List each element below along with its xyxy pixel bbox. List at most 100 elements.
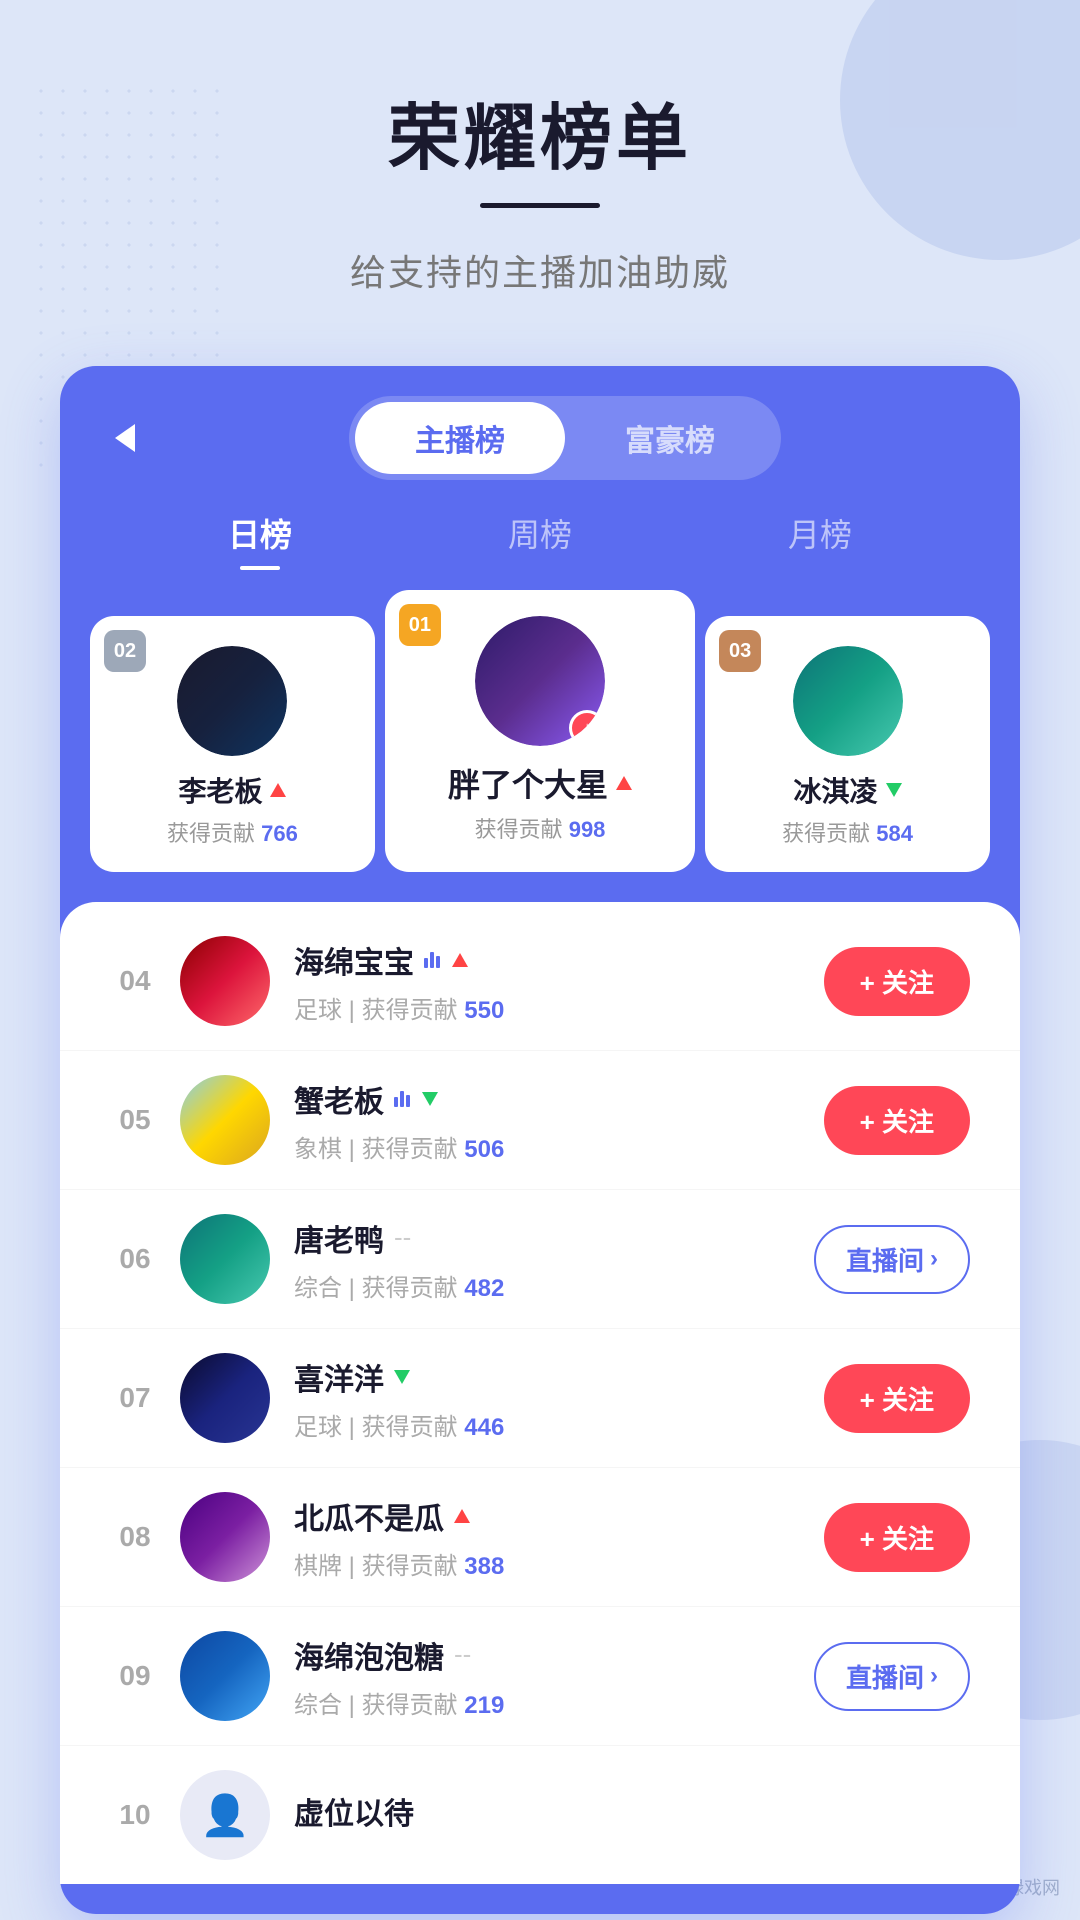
list-meta-08: 棋牌 | 获得贡献 388 [294,1546,824,1581]
list-rank-04: 04 [110,965,160,997]
live-arrow-icon-06: › [930,1245,938,1273]
trend-icon-rank-2 [270,783,286,797]
trend-icon-rank-3 [886,783,902,797]
name-rank-1: 胖了个大星 [401,760,679,806]
sub-tab-day[interactable]: 日榜 [228,510,292,566]
list-action-09[interactable]: 直播间 › [814,1642,970,1711]
name-rank-2: 李老板 [106,770,359,810]
neutral-dash-06: -- [394,1222,411,1253]
list-rank-10: 10 [110,1799,160,1831]
list-item: 05 蟹老板 象棋 | 获得贡献 506 [60,1051,1020,1190]
list-info-05: 蟹老板 象棋 | 获得贡献 506 [294,1077,824,1164]
score-rank-3: 获得贡献 584 [721,816,974,848]
podium-section: 02 李老板 获得贡献 766 01 ♪ 胖了个大星 [60,576,1020,872]
trend-up-icon-04 [452,953,468,967]
list-action-04[interactable]: + 关注 [824,947,970,1016]
list-name-08: 北瓜不是瓜 [294,1494,824,1538]
list-rank-06: 06 [110,1243,160,1275]
podium-rank-1: 01 ♪ 胖了个大星 获得贡献 998 [385,590,695,872]
list-item: 06 唐老鸭 -- 综合 | 获得贡献 482 直播间 › [60,1190,1020,1329]
bar-icon-04 [424,952,440,968]
list-info-09: 海绵泡泡糖 -- 综合 | 获得贡献 219 [294,1633,814,1720]
list-rank-08: 08 [110,1521,160,1553]
podium-rank-2: 02 李老板 获得贡献 766 [90,616,375,872]
follow-button-05[interactable]: + 关注 [824,1086,970,1155]
back-icon [115,424,135,452]
music-badge: ♪ [569,710,605,746]
rank-badge-1: 01 [399,604,441,646]
live-button-06[interactable]: 直播间 › [814,1225,970,1294]
list-name-07: 喜洋洋 [294,1355,824,1399]
list-item: 08 北瓜不是瓜 棋牌 | 获得贡献 388 + 关注 [60,1468,1020,1607]
header-subtitle: 给支持的主播加油助威 [0,244,1080,296]
list-name-05: 蟹老板 [294,1077,824,1121]
list-meta-09: 综合 | 获得贡献 219 [294,1685,814,1720]
trend-down-icon-07 [394,1370,410,1384]
list-rank-09: 09 [110,1660,160,1692]
list-action-06[interactable]: 直播间 › [814,1225,970,1294]
avatar-rank-1: ♪ [475,616,605,746]
main-card: 主播榜 富豪榜 日榜 周榜 月榜 02 李老板 获得贡献 766 01 [60,366,1020,1914]
list-name-06: 唐老鸭 -- [294,1216,814,1260]
header-divider [480,203,600,208]
list-avatar-09 [180,1631,270,1721]
main-tab-group: 主播榜 富豪榜 [349,396,781,480]
avatar-image-rank-2 [177,646,287,756]
header: 荣耀榜单 给支持的主播加油助威 [0,0,1080,336]
list-info-04: 海绵宝宝 足球 | 获得贡献 550 [294,938,824,1025]
list-meta-06: 综合 | 获得贡献 482 [294,1268,814,1303]
list-rank-07: 07 [110,1382,160,1414]
empty-avatar-icon: 👤 [200,1792,250,1839]
list-avatar-05 [180,1075,270,1165]
list-name-09: 海绵泡泡糖 -- [294,1633,814,1677]
list-name-10: 虚位以待 [294,1789,970,1833]
avatar-image-rank-3 [793,646,903,756]
sub-tab-month[interactable]: 月榜 [788,510,852,566]
list-item: 04 海绵宝宝 足球 | 获得贡献 550 [60,912,1020,1051]
list-name-04: 海绵宝宝 [294,938,824,982]
tab-bar: 主播榜 富豪榜 [60,366,1020,480]
sub-tab-group: 日榜 周榜 月榜 [60,480,1020,576]
list-meta-05: 象棋 | 获得贡献 506 [294,1129,824,1164]
list-item: 09 海绵泡泡糖 -- 综合 | 获得贡献 219 直播间 › [60,1607,1020,1746]
list-rank-05: 05 [110,1104,160,1136]
list-item: 07 喜洋洋 足球 | 获得贡献 446 + 关注 [60,1329,1020,1468]
follow-button-07[interactable]: + 关注 [824,1364,970,1433]
back-button[interactable] [100,413,150,463]
avatar-rank-3 [793,646,903,756]
podium-rank-3: 03 冰淇凌 获得贡献 584 [705,616,990,872]
score-rank-1: 获得贡献 998 [401,812,679,844]
tab-streamer[interactable]: 主播榜 [355,402,565,474]
list-meta-07: 足球 | 获得贡献 446 [294,1407,824,1442]
list-avatar-06 [180,1214,270,1304]
list-avatar-04 [180,936,270,1026]
live-button-09[interactable]: 直播间 › [814,1642,970,1711]
follow-button-04[interactable]: + 关注 [824,947,970,1016]
list-info-08: 北瓜不是瓜 棋牌 | 获得贡献 388 [294,1494,824,1581]
list-item-empty: 10 👤 虚位以待 [60,1746,1020,1884]
bar-icon-05 [394,1091,410,1107]
trend-up-icon-08 [454,1509,470,1523]
list-info-10: 虚位以待 [294,1789,970,1841]
tab-tycoon[interactable]: 富豪榜 [565,402,775,474]
sub-tab-week[interactable]: 周榜 [508,510,572,566]
avatar-rank-2 [177,646,287,756]
list-meta-04: 足球 | 获得贡献 550 [294,990,824,1025]
follow-button-08[interactable]: + 关注 [824,1503,970,1572]
list-section: 04 海绵宝宝 足球 | 获得贡献 550 [60,902,1020,1884]
rank-badge-2: 02 [104,630,146,672]
score-rank-2: 获得贡献 766 [106,816,359,848]
list-action-05[interactable]: + 关注 [824,1086,970,1155]
page-title: 荣耀榜单 [0,100,1080,179]
list-info-07: 喜洋洋 足球 | 获得贡献 446 [294,1355,824,1442]
list-avatar-08 [180,1492,270,1582]
rank-badge-3: 03 [719,630,761,672]
trend-icon-rank-1 [616,776,632,790]
list-action-07[interactable]: + 关注 [824,1364,970,1433]
empty-avatar-10: 👤 [180,1770,270,1860]
list-action-08[interactable]: + 关注 [824,1503,970,1572]
neutral-dash-09: -- [454,1639,471,1670]
trend-down-icon-05 [422,1092,438,1106]
live-arrow-icon-09: › [930,1662,938,1690]
name-rank-3: 冰淇凌 [721,770,974,810]
